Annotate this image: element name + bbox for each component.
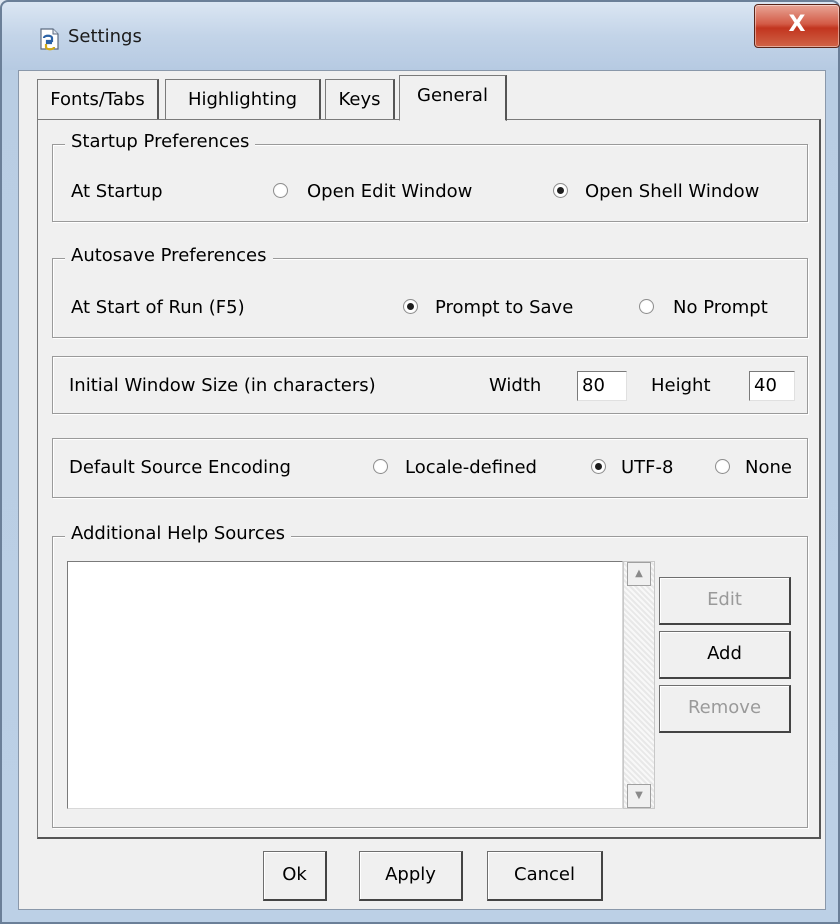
remove-button[interactable]: Remove [659, 685, 791, 733]
width-input[interactable]: 80 [577, 371, 627, 401]
open-edit-window-radio[interactable] [273, 183, 288, 198]
general-tab-panel: Startup Preferences At Startup Open Edit… [37, 119, 821, 839]
encoding-label: Default Source Encoding [69, 457, 291, 478]
apply-button[interactable]: Apply [359, 851, 463, 901]
tab-keys[interactable]: Keys [325, 79, 395, 119]
button-label: Edit [707, 589, 742, 610]
title-bar[interactable]: Settings X [2, 2, 840, 70]
add-button[interactable]: Add [659, 631, 791, 679]
group-legend: Startup Preferences [65, 131, 256, 152]
button-label: Add [707, 643, 742, 664]
startup-preferences-group: Startup Preferences At Startup Open Edit… [52, 131, 808, 222]
open-shell-window-label[interactable]: Open Shell Window [585, 181, 759, 202]
ok-button[interactable]: Ok [263, 851, 327, 901]
at-start-of-run-label: At Start of Run (F5) [71, 297, 245, 318]
none-label[interactable]: None [745, 457, 792, 478]
cancel-button[interactable]: Cancel [487, 851, 603, 901]
help-sources-scrollbar[interactable]: ▲ ▼ [623, 561, 655, 809]
source-encoding-group: Default Source Encoding Locale-defined U… [52, 438, 808, 498]
settings-window: Settings X Fonts/Tabs Highlighting Keys … [0, 0, 840, 924]
tab-highlighting[interactable]: Highlighting [165, 79, 321, 119]
group-legend: Additional Help Sources [65, 523, 292, 544]
window-title: Settings [68, 26, 142, 47]
button-label: Cancel [514, 864, 575, 885]
at-startup-label: At Startup [71, 181, 163, 202]
no-prompt-label[interactable]: No Prompt [673, 297, 768, 318]
button-label: Remove [687, 697, 762, 718]
utf8-radio[interactable] [591, 459, 606, 474]
button-label: Apply [385, 864, 436, 885]
tab-label: General [417, 85, 488, 106]
group-legend: Autosave Preferences [65, 245, 273, 266]
arrow-down-icon[interactable]: ▼ [627, 784, 651, 808]
arrow-up-icon[interactable]: ▲ [627, 562, 651, 586]
width-label: Width [489, 375, 542, 396]
button-label: Ok [282, 864, 307, 885]
close-icon: X [788, 12, 806, 37]
python-idle-icon [40, 28, 59, 51]
help-sources-group: Additional Help Sources ▲ ▼ Edit Add Rem… [52, 523, 808, 828]
prompt-to-save-label[interactable]: Prompt to Save [435, 297, 573, 318]
open-shell-window-radio[interactable] [553, 183, 568, 198]
autosave-preferences-group: Autosave Preferences At Start of Run (F5… [52, 245, 808, 338]
locale-defined-label[interactable]: Locale-defined [405, 457, 537, 478]
none-radio[interactable] [715, 459, 730, 474]
tab-label: Fonts/Tabs [50, 89, 145, 110]
prompt-to-save-radio[interactable] [403, 299, 418, 314]
height-input[interactable]: 40 [749, 371, 795, 401]
edit-button[interactable]: Edit [659, 577, 791, 625]
tab-fonts-tabs[interactable]: Fonts/Tabs [37, 79, 159, 119]
help-sources-list[interactable] [67, 561, 623, 809]
window-size-group: Initial Window Size (in characters) Widt… [52, 356, 808, 414]
dialog-body: Fonts/Tabs Highlighting Keys General Sta… [18, 70, 826, 910]
utf8-label[interactable]: UTF-8 [621, 457, 673, 478]
locale-defined-radio[interactable] [373, 459, 388, 474]
open-edit-window-label[interactable]: Open Edit Window [307, 181, 472, 202]
height-label: Height [651, 375, 711, 396]
close-button[interactable]: X [754, 4, 840, 48]
tab-general[interactable]: General [399, 75, 507, 121]
window-size-label: Initial Window Size (in characters) [69, 375, 376, 396]
no-prompt-radio[interactable] [639, 299, 654, 314]
tab-label: Keys [338, 89, 381, 110]
tab-label: Highlighting [187, 89, 298, 110]
